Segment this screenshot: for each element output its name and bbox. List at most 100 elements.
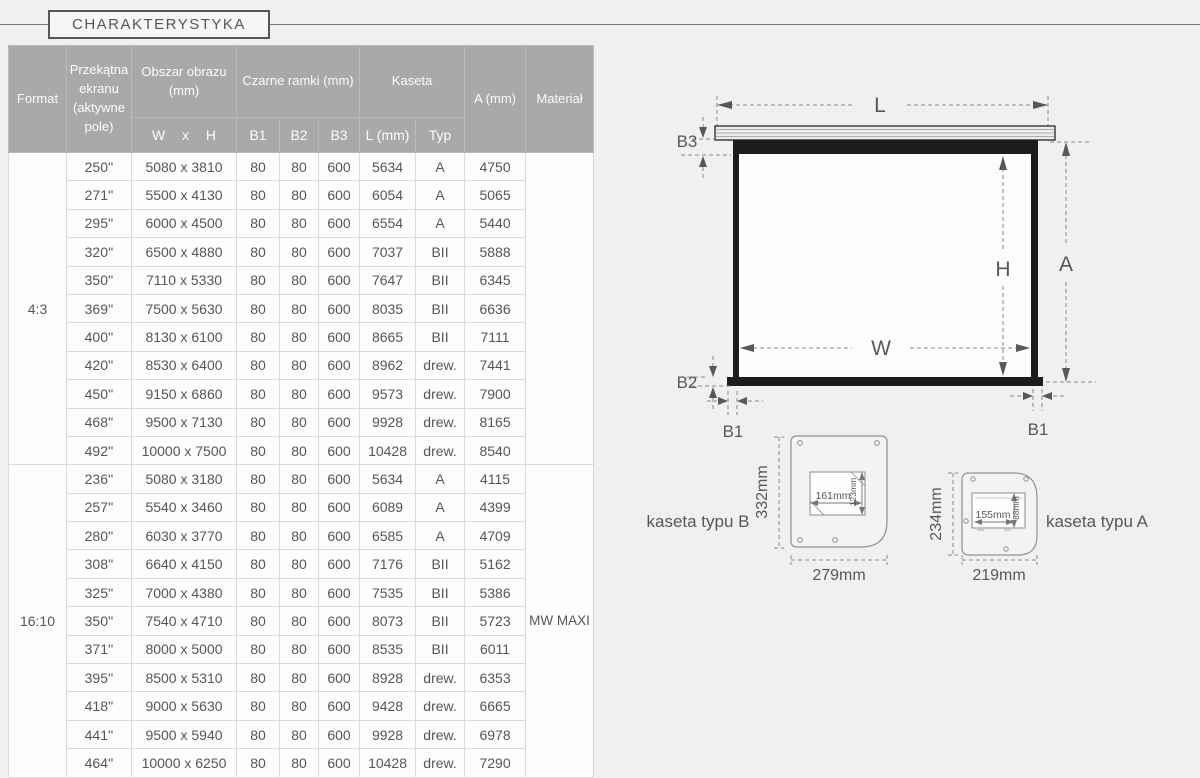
kaseta-a-height-label: 234mm (928, 487, 945, 540)
section-title: CHARAKTERYSTYKA (48, 10, 270, 39)
spec-cell: 600 (319, 749, 360, 777)
col-header-image-area: Obszar obrazu (mm) (132, 46, 237, 118)
spec-cell: 9000 x 5630 (132, 692, 237, 720)
table-row: 371''8000 x 500080806008535BII6011 (9, 635, 594, 663)
spec-cell: 600 (319, 465, 360, 493)
spec-cell: 80 (237, 578, 280, 606)
spec-cell: 7110 x 5330 (132, 266, 237, 294)
spec-cell: 6554 (360, 209, 416, 237)
spec-cell: 9573 (360, 380, 416, 408)
spec-cell: 80 (280, 436, 319, 464)
spec-cell: 80 (237, 380, 280, 408)
spec-cell: A (416, 153, 465, 181)
spec-cell: 80 (280, 749, 319, 777)
spec-cell: 6353 (465, 664, 526, 692)
spec-cell: 6978 (465, 720, 526, 748)
spec-cell: 600 (319, 294, 360, 322)
spec-cell: 6011 (465, 635, 526, 663)
subheader-l-mm: L (mm) (360, 118, 416, 153)
spec-cell: A (416, 465, 465, 493)
page: { "page": { "title": "CHARAKTERYSTYKA" }… (0, 0, 1200, 778)
spec-cell: 7037 (360, 238, 416, 266)
spec-cell: 600 (319, 408, 360, 436)
spec-cell: 600 (319, 181, 360, 209)
material-cell (526, 153, 594, 465)
dim-label-H: H (995, 258, 1010, 281)
spec-cell: 6030 x 3770 (132, 522, 237, 550)
spec-cell: 7111 (465, 323, 526, 351)
spec-cell: 5162 (465, 550, 526, 578)
spec-cell: 80 (237, 465, 280, 493)
dim-label-B1-left: B1 (723, 422, 744, 441)
screen-bottom-bar (727, 377, 1043, 386)
subheader-b2: B2 (280, 118, 319, 153)
spec-cell: 308'' (67, 550, 132, 578)
spec-cell: 418'' (67, 692, 132, 720)
spec-cell: 464'' (67, 749, 132, 777)
spec-cell: 400'' (67, 323, 132, 351)
spec-cell: A (416, 493, 465, 521)
screen-diagram: L H W A B3 B2 (600, 80, 1200, 600)
spec-table: Format Przekątna ekranu (aktywne pole) O… (8, 45, 594, 778)
spec-cell: 6500 x 4880 (132, 238, 237, 266)
spec-cell: 600 (319, 153, 360, 181)
table-row: 4:3250''5080 x 381080806005634A4750 (9, 153, 594, 181)
kaseta-a-inner-width-label: 155mm (975, 509, 1010, 521)
spec-cell: BII (416, 294, 465, 322)
spec-cell: 7000 x 4380 (132, 578, 237, 606)
spec-cell: 9928 (360, 720, 416, 748)
table-row: 16:10236''5080 x 318080806005634A4115MW … (9, 465, 594, 493)
spec-cell: 600 (319, 209, 360, 237)
spec-cell: 5634 (360, 153, 416, 181)
spec-cell: 5440 (465, 209, 526, 237)
spec-cell: 7535 (360, 578, 416, 606)
spec-cell: 80 (237, 550, 280, 578)
spec-cell: 80 (280, 465, 319, 493)
spec-cell: 441'' (67, 720, 132, 748)
material-cell: MW MAXI (526, 465, 594, 777)
table-row: 280''6030 x 377080806006585A4709 (9, 522, 594, 550)
table-row: 418''9000 x 563080806009428drew.6665 (9, 692, 594, 720)
spec-cell: 6054 (360, 181, 416, 209)
spec-cell: 8000 x 5000 (132, 635, 237, 663)
spec-cell: 6665 (465, 692, 526, 720)
table-row: 308''6640 x 415080806007176BII5162 (9, 550, 594, 578)
spec-cell: drew. (416, 692, 465, 720)
subheader-b1: B1 (237, 118, 280, 153)
spec-cell: 7900 (465, 380, 526, 408)
spec-cell: 600 (319, 635, 360, 663)
spec-cell: 6636 (465, 294, 526, 322)
dim-label-L: L (874, 94, 886, 117)
spec-cell: 80 (237, 664, 280, 692)
spec-cell: 80 (280, 209, 319, 237)
spec-cell: 5386 (465, 578, 526, 606)
col-header-kaseta: Kaseta (360, 46, 465, 118)
dim-label-A: A (1059, 253, 1073, 276)
spec-cell: 6089 (360, 493, 416, 521)
spec-cell: 8500 x 5310 (132, 664, 237, 692)
spec-cell: 80 (280, 181, 319, 209)
spec-cell: 350'' (67, 266, 132, 294)
spec-cell: 8073 (360, 607, 416, 635)
spec-cell: drew. (416, 720, 465, 748)
spec-cell: 600 (319, 692, 360, 720)
section-title-text: CHARAKTERYSTYKA (72, 16, 246, 33)
table-row: 320''6500 x 488080806007037BII5888 (9, 238, 594, 266)
subheader-typ: Typ (416, 118, 465, 153)
spec-cell: 450'' (67, 380, 132, 408)
spec-cell: 236'' (67, 465, 132, 493)
spec-cell: 80 (280, 692, 319, 720)
spec-cell: 257'' (67, 493, 132, 521)
spec-cell: 420'' (67, 351, 132, 379)
spec-cell: 600 (319, 664, 360, 692)
spec-cell: 8530 x 6400 (132, 351, 237, 379)
table-row: 295''6000 x 450080806006554A5440 (9, 209, 594, 237)
subheader-b3: B3 (319, 118, 360, 153)
kaseta-b-label: kaseta typu B (646, 512, 749, 531)
spec-cell: 600 (319, 380, 360, 408)
table-row: 420''8530 x 640080806008962drew.7441 (9, 351, 594, 379)
spec-cell: 80 (237, 493, 280, 521)
spec-cell: 7290 (465, 749, 526, 777)
spec-cell: 8928 (360, 664, 416, 692)
spec-cell: 369'' (67, 294, 132, 322)
